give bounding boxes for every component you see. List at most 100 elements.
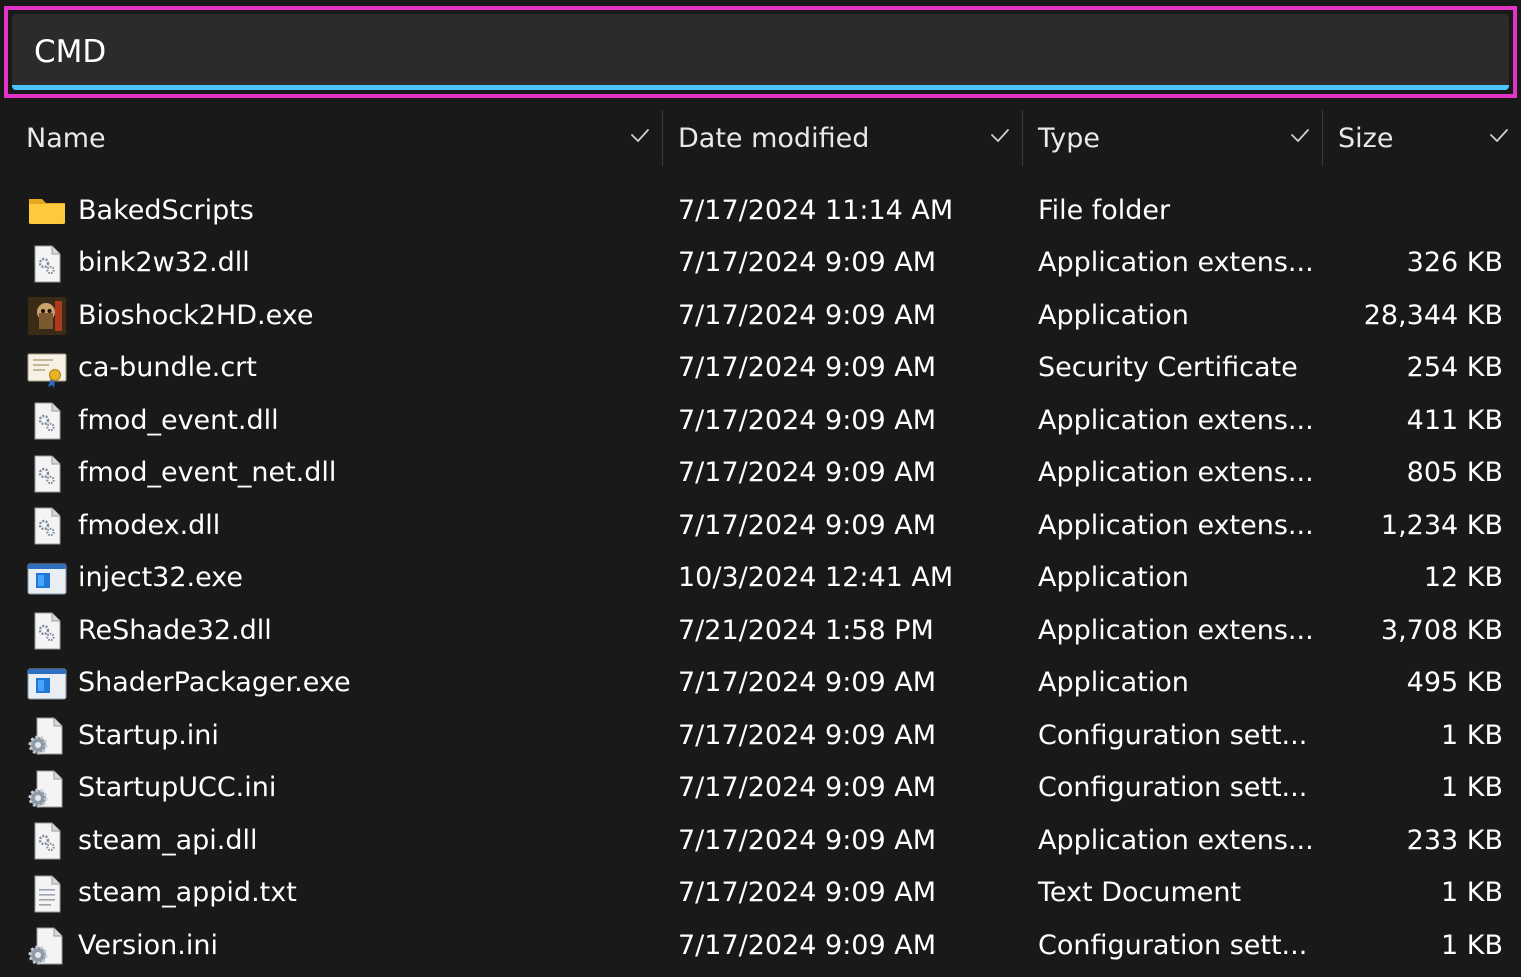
file-size: 254 KB (1406, 352, 1503, 383)
file-size: 3,708 KB (1380, 614, 1503, 646)
file-date: 7/17/2024 9:09 AM (678, 877, 937, 908)
file-size: 1 KB (1441, 772, 1503, 803)
config-icon (26, 768, 68, 810)
dll-icon (26, 453, 68, 495)
file-row[interactable]: steam_api.dll 7/17/2024 9:09 AM Applicatio… (0, 814, 1521, 867)
file-date: 7/17/2024 9:09 AM (678, 457, 937, 488)
column-header-size-label: Size (1338, 122, 1394, 154)
file-date: 7/17/2024 9:09 AM (678, 667, 937, 698)
file-date: 7/21/2024 1:58 PM (678, 614, 934, 646)
chevron-down-icon[interactable] (988, 124, 1012, 148)
file-name: steam_api.dll (78, 824, 258, 856)
file-date: 7/17/2024 9:09 AM (678, 929, 937, 961)
address-bar[interactable] (12, 14, 1509, 90)
file-size: 233 KB (1406, 824, 1503, 856)
config-icon (26, 715, 68, 757)
file-date: 7/17/2024 9:09 AM (678, 824, 937, 856)
file-type: Application (1038, 667, 1189, 698)
file-date: 7/17/2024 9:09 AM (678, 772, 937, 803)
file-type: Application extens... (1038, 404, 1314, 436)
column-header-name-label: Name (26, 122, 106, 154)
file-date: 7/17/2024 11:14 AM (678, 194, 954, 226)
dll-icon (26, 820, 68, 862)
file-name: ShaderPackager.exe (78, 667, 351, 698)
file-row[interactable]: BakedScripts 7/17/2024 11:14 AM File folde… (0, 184, 1521, 237)
file-name: fmodex.dll (78, 509, 221, 541)
dll-icon (26, 400, 68, 442)
file-size: 1 KB (1441, 929, 1503, 961)
text-file-icon (26, 873, 68, 915)
column-header-date[interactable]: Date modified (678, 110, 1022, 166)
address-bar-highlight (4, 6, 1517, 98)
config-icon (26, 925, 68, 967)
file-date: 7/17/2024 9:09 AM (678, 299, 937, 331)
file-row[interactable]: Startup.ini 7/17/2024 9:09 AM Configuratio… (0, 709, 1521, 762)
file-date: 7/17/2024 9:09 AM (678, 719, 937, 751)
column-divider[interactable] (1322, 110, 1323, 166)
file-type: Text Document (1038, 877, 1242, 908)
file-row[interactable]: fmod_event.dll 7/17/2024 9:09 AM Applicati… (0, 394, 1521, 447)
file-row[interactable]: inject32.exe 10/3/2024 12:41 AM Applicatio… (0, 552, 1521, 605)
file-size: 411 KB (1406, 404, 1503, 436)
column-header-date-label: Date modified (678, 122, 870, 154)
file-row[interactable]: Version.ini 7/17/2024 9:09 AM Configuratio… (0, 919, 1521, 972)
file-row[interactable]: ca-bundle.crt 7/17/2024 9:09 AM Security C… (0, 342, 1521, 395)
file-name: BakedScripts (78, 194, 254, 226)
folder-icon (26, 190, 68, 232)
file-name: StartupUCC.ini (78, 772, 277, 803)
chevron-down-icon[interactable] (1288, 124, 1312, 148)
file-type: Configuration sett... (1038, 772, 1308, 803)
file-type: Application extens... (1038, 247, 1314, 278)
file-date: 10/3/2024 12:41 AM (678, 562, 954, 593)
chevron-down-icon[interactable] (628, 124, 652, 148)
column-header-type[interactable]: Type (1038, 110, 1322, 166)
file-date: 7/17/2024 9:09 AM (678, 509, 937, 541)
file-row[interactable]: steam_appid.txt 7/17/2024 9:09 AM Text Doc… (0, 867, 1521, 920)
file-name: fmod_event.dll (78, 404, 279, 436)
file-size: 326 KB (1406, 247, 1503, 278)
file-size: 805 KB (1406, 457, 1503, 488)
exe-icon (26, 558, 68, 600)
file-type: Application extens... (1038, 457, 1314, 488)
file-name: fmod_event_net.dll (78, 457, 337, 488)
certificate-icon (26, 348, 68, 390)
file-type: Security Certificate (1038, 352, 1298, 383)
exe-icon (26, 663, 68, 705)
file-row[interactable]: Bioshock2HD.exe 7/17/2024 9:09 AM Applicat… (0, 289, 1521, 342)
dll-icon (26, 505, 68, 547)
file-type: Configuration sett... (1038, 719, 1308, 751)
file-row[interactable]: bink2w32.dll 7/17/2024 9:09 AM Application… (0, 237, 1521, 290)
file-type: Application (1038, 299, 1189, 331)
file-type: Configuration sett... (1038, 929, 1308, 961)
file-size: 1 KB (1441, 877, 1503, 908)
chevron-down-icon[interactable] (1487, 124, 1511, 148)
column-header-size[interactable]: Size (1338, 110, 1521, 166)
file-size: 1 KB (1441, 719, 1503, 751)
dll-icon (26, 243, 68, 285)
column-header-row: Name Date modified Type Size (0, 110, 1521, 166)
file-row[interactable]: StartupUCC.ini 7/17/2024 9:09 AM Configura… (0, 762, 1521, 815)
address-input[interactable] (34, 32, 1434, 72)
column-divider[interactable] (662, 110, 663, 166)
file-size: 12 KB (1423, 562, 1503, 593)
file-date: 7/17/2024 9:09 AM (678, 247, 937, 278)
file-row[interactable]: ShaderPackager.exe 7/17/2024 9:09 AM Appli… (0, 657, 1521, 710)
file-date: 7/17/2024 9:09 AM (678, 404, 937, 436)
file-type: Application (1038, 562, 1189, 593)
column-header-type-label: Type (1038, 122, 1101, 154)
file-name: ReShade32.dll (78, 614, 272, 646)
file-row[interactable]: fmodex.dll 7/17/2024 9:09 AM Application e… (0, 499, 1521, 552)
file-name: steam_appid.txt (78, 877, 297, 908)
file-size: 1,234 KB (1380, 509, 1503, 541)
column-divider[interactable] (1022, 110, 1023, 166)
file-type: File folder (1038, 194, 1171, 226)
file-size: 28,344 KB (1363, 299, 1503, 331)
file-type: Application extens... (1038, 509, 1314, 541)
file-date: 7/17/2024 9:09 AM (678, 352, 937, 383)
column-header-name[interactable]: Name (26, 110, 662, 166)
file-row[interactable]: fmod_event_net.dll 7/17/2024 9:09 AM Appli… (0, 447, 1521, 500)
file-name: Bioshock2HD.exe (78, 299, 314, 331)
file-name: ca-bundle.crt (78, 352, 257, 383)
file-row[interactable]: ReShade32.dll 7/21/2024 1:58 PM Applicatio… (0, 604, 1521, 657)
file-size: 495 KB (1406, 667, 1503, 698)
